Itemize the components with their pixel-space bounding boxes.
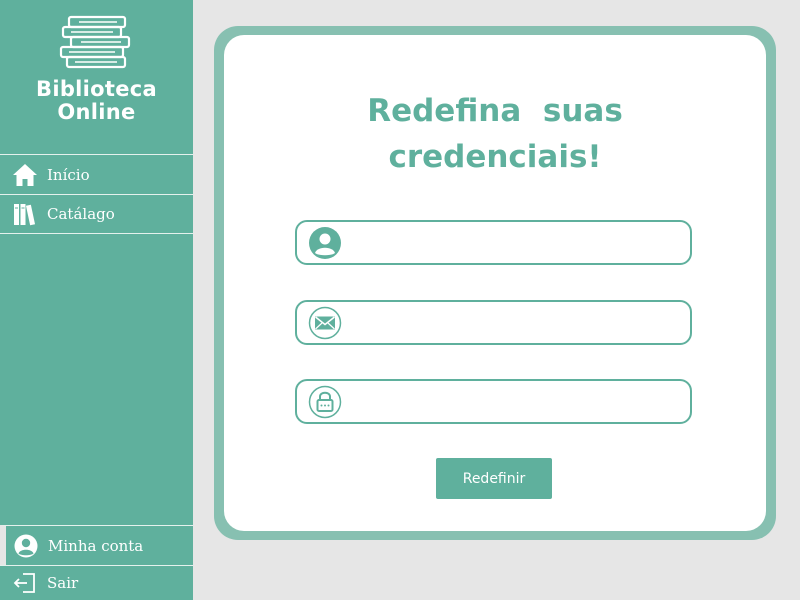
- brand-logo: Biblioteca Online: [0, 14, 193, 124]
- sidebar-item-label: Catálago: [47, 205, 115, 223]
- sidebar: Biblioteca Online Início Catálago Minha …: [0, 0, 193, 600]
- sidebar-item-label: Sair: [47, 574, 79, 592]
- reset-credentials-card: Redefina suas credenciais! Redefinir: [224, 35, 766, 531]
- user-icon: [309, 226, 341, 259]
- username-field[interactable]: [295, 220, 692, 265]
- books-icon: [12, 201, 38, 227]
- sidebar-item-label: Início: [47, 165, 90, 184]
- brand-title-line2: Online: [57, 100, 136, 124]
- logout-icon: [12, 570, 38, 596]
- books-stack-icon: [59, 15, 130, 69]
- sidebar-item-inicio[interactable]: Início: [0, 154, 193, 194]
- lock-icon: [308, 385, 342, 418]
- user-circle-icon: [13, 533, 39, 559]
- email-icon: [308, 306, 342, 339]
- brand-title: Biblioteca Online: [0, 78, 193, 124]
- sidebar-item-sair[interactable]: Sair: [0, 565, 193, 600]
- email-input[interactable]: [350, 302, 690, 343]
- username-input[interactable]: [350, 222, 690, 263]
- email-field[interactable]: [295, 300, 692, 345]
- brand-title-line1: Biblioteca: [36, 77, 157, 101]
- page-title: Redefina suas credenciais!: [224, 88, 766, 180]
- sidebar-item-label: Minha conta: [48, 536, 144, 555]
- page-title-line2: credenciais!: [388, 139, 602, 175]
- password-field[interactable]: [295, 379, 692, 424]
- page-title-line1: Redefina suas: [367, 93, 623, 129]
- home-icon: [12, 162, 38, 188]
- password-input[interactable]: [350, 381, 690, 422]
- redefinir-button[interactable]: Redefinir: [436, 458, 552, 499]
- sidebar-item-catalogo[interactable]: Catálago: [0, 194, 193, 234]
- sidebar-item-minha-conta[interactable]: Minha conta: [0, 525, 193, 565]
